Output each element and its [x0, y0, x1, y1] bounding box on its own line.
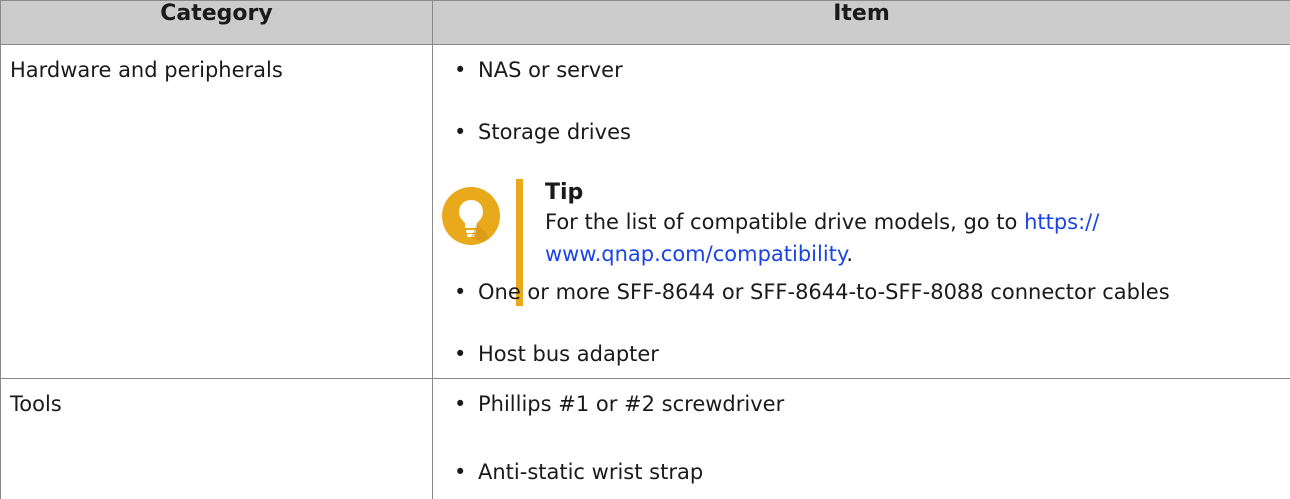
list-item: • NAS or server: [454, 55, 623, 85]
table-header-row: Category Item: [0, 0, 1290, 45]
list-item: • Anti-static wrist strap: [454, 457, 703, 487]
table-row: Tools • Phillips #1 or #2 screwdriver • An…: [0, 378, 1290, 499]
list-item: • Storage drives: [454, 117, 631, 147]
category-hardware: Hardware and peripherals: [0, 44, 433, 379]
category-tools: Tools: [0, 378, 433, 499]
lightbulb-icon: [442, 187, 500, 245]
list-item: • Host bus adapter: [454, 339, 659, 369]
bullet: •: [454, 58, 467, 82]
item-cell-tools: • Phillips #1 or #2 screwdriver • Anti-sta…: [432, 378, 1290, 499]
header-item: Item: [432, 0, 1290, 45]
table-row: Hardware and peripherals • NAS or server …: [0, 44, 1290, 379]
bullet: •: [454, 280, 467, 304]
bullet: •: [454, 460, 467, 484]
bullet: •: [454, 120, 467, 144]
list-item: • Phillips #1 or #2 screwdriver: [454, 389, 784, 419]
header-category: Category: [0, 0, 433, 45]
item-cell-hardware: • NAS or server • Storage drives Tip For…: [432, 44, 1290, 379]
list-item: • One or more SFF-8644 or SFF-8644-to-SFF…: [454, 277, 1170, 307]
bullet: •: [454, 392, 467, 416]
requirements-table: Category Item Hardware and peripherals •…: [0, 0, 1290, 499]
tip-text: For the list of compatible drive models,…: [545, 210, 1100, 266]
bullet: •: [454, 342, 467, 366]
tip-title: Tip: [545, 180, 584, 205]
